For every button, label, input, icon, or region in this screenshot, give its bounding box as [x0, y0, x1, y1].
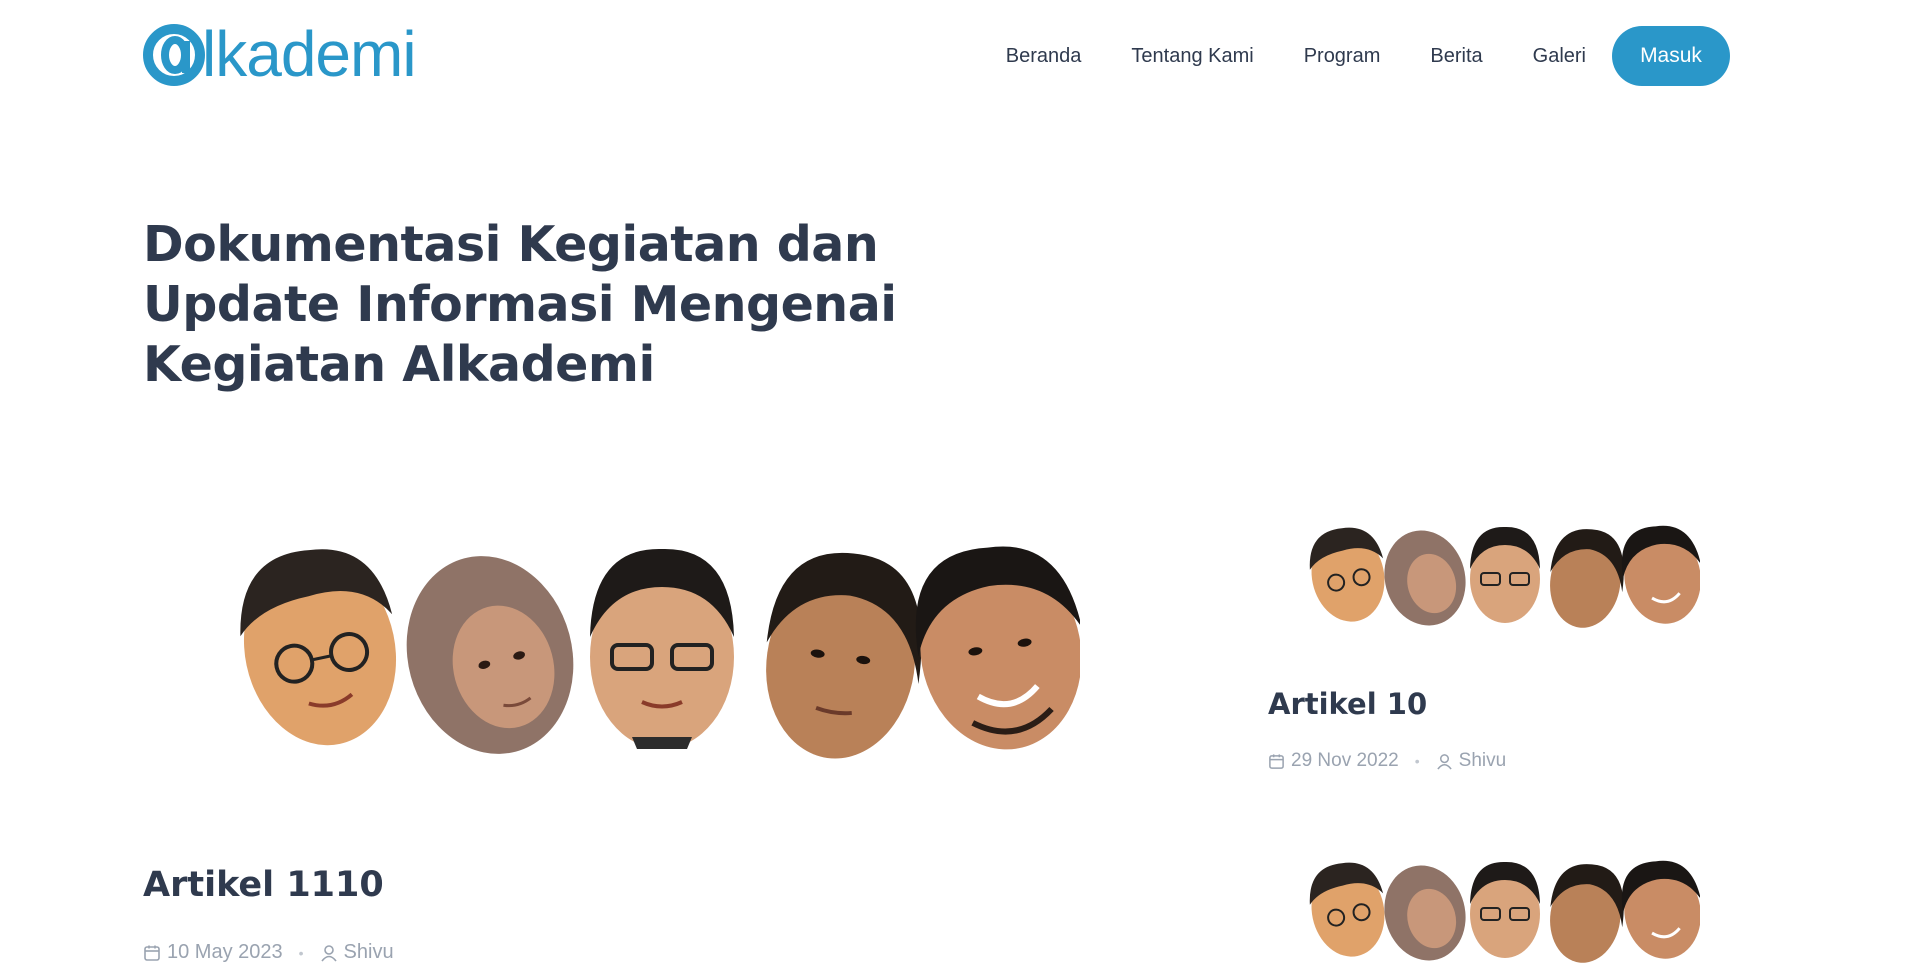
side-post-title[interactable]: Artikel 10	[1268, 687, 1427, 721]
logo-text: lkademi	[202, 18, 417, 90]
main-post-title[interactable]: Artikel 1110	[143, 865, 384, 905]
face-thumb-3	[1470, 861, 1540, 958]
face-photo-2	[406, 556, 574, 754]
user-icon	[1436, 753, 1452, 770]
face-photo-3	[590, 548, 734, 749]
face-thumb-4	[1550, 864, 1624, 963]
face-thumb-4	[1550, 529, 1624, 628]
page-title-line-3: Kegiatan Alkademi	[143, 336, 655, 393]
main-post-image[interactable]	[230, 535, 1082, 765]
page-title-line-2: Update Informasi Mengenai	[143, 276, 897, 333]
face-photo-4	[766, 552, 922, 759]
site-header: lkademi Beranda Tentang Kami Program Ber…	[0, 0, 1920, 110]
side-post-meta: 29 Nov 2022 • Shivu	[1268, 750, 1506, 772]
site-logo[interactable]: lkademi	[142, 18, 417, 90]
face-photo-5	[915, 546, 1082, 750]
page-title: Dokumentasi Kegiatan dan Update Informas…	[143, 215, 903, 395]
face-thumb-2	[1384, 865, 1466, 961]
main-post-meta: 10 May 2023 • Shivu	[143, 941, 394, 964]
nav-item-beranda[interactable]: Beranda	[1006, 45, 1082, 68]
face-photo-1	[240, 549, 397, 746]
face-thumb-5	[1621, 860, 1701, 959]
face-thumb-2	[1384, 530, 1466, 626]
nav-item-program[interactable]: Program	[1304, 45, 1381, 68]
side-post-author: Shivu	[1458, 750, 1507, 771]
side-post-image-2[interactable]	[1300, 855, 1701, 965]
side-post-image[interactable]	[1300, 520, 1701, 630]
face-thumb-1	[1309, 527, 1385, 622]
face-thumb-3	[1470, 526, 1540, 623]
page-title-line-1: Dokumentasi Kegiatan dan	[143, 216, 879, 273]
nav-item-tentang-kami[interactable]: Tentang Kami	[1131, 45, 1253, 68]
logo-at-icon	[142, 23, 206, 87]
calendar-icon	[144, 945, 160, 961]
nav-item-galeri[interactable]: Galeri	[1533, 45, 1586, 68]
login-button[interactable]: Masuk	[1612, 26, 1730, 86]
face-thumb-5	[1621, 525, 1701, 624]
meta-separator: •	[298, 944, 304, 961]
calendar-icon	[1269, 753, 1284, 769]
main-post-date: 10 May 2023	[167, 941, 283, 963]
face-thumb-1	[1309, 862, 1385, 957]
nav-item-berita[interactable]: Berita	[1430, 45, 1482, 68]
main-nav: Beranda Tentang Kami Program Berita Gale…	[1006, 25, 1730, 87]
side-post-date: 29 Nov 2022	[1291, 750, 1399, 771]
main-post-author: Shivu	[343, 941, 394, 963]
user-icon	[320, 944, 337, 962]
meta-separator: •	[1414, 753, 1420, 769]
